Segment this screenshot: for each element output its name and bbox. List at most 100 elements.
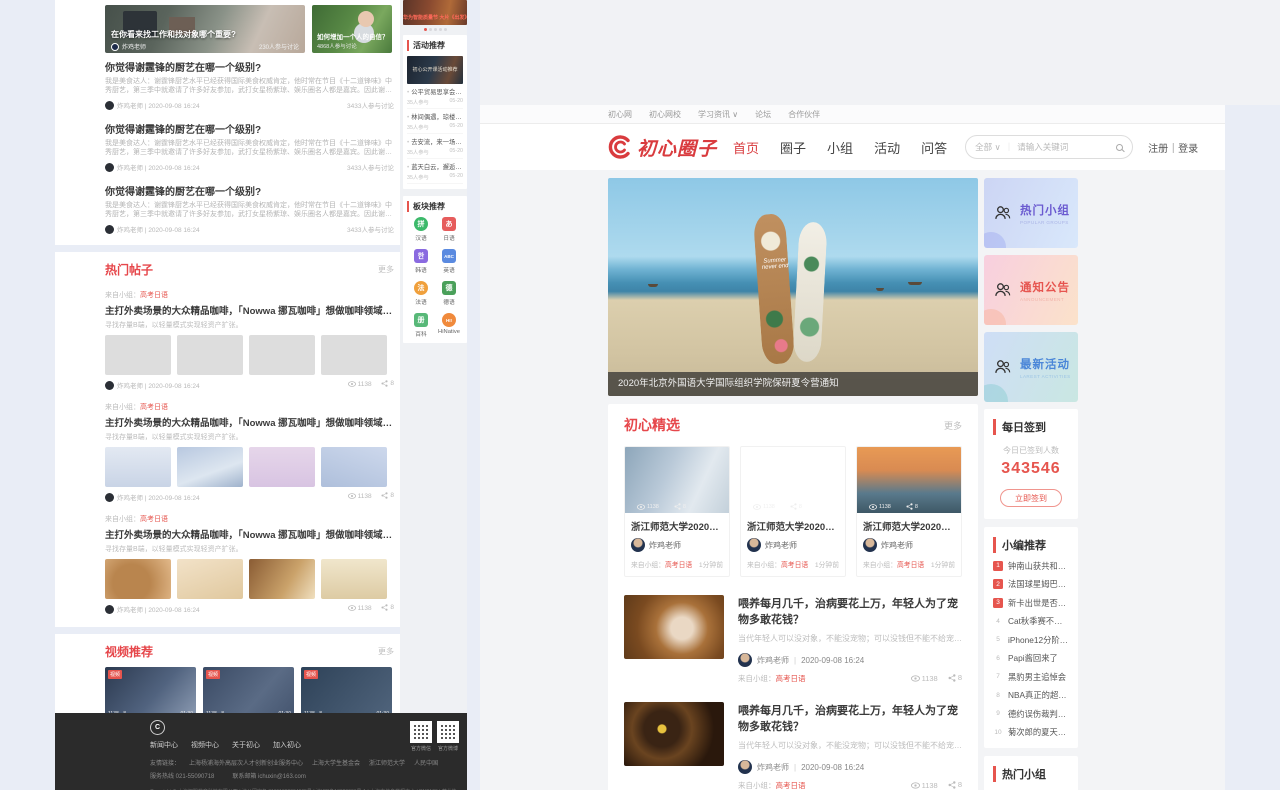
- editor-pick-item[interactable]: 3 新卡出世是否值得置…: [993, 597, 1069, 609]
- hot-post[interactable]: 来自小组：高考日语 主打外卖场景的大众精品咖啡，「Nowwa 挪瓦咖啡」想做咖啡…: [105, 285, 394, 397]
- search-input[interactable]: 请输入关键词: [1017, 141, 1068, 153]
- activity-item-title[interactable]: 公平贸易思享会｜以面递…: [407, 87, 463, 96]
- activity-item[interactable]: 林间偶遇，琼楼玉宇，高… 35人参与 05-20: [407, 109, 463, 134]
- editor-pick-item[interactable]: 8 NBA真正的超级巨星: [993, 689, 1069, 701]
- editor-pick-item[interactable]: 6 Papi酱回来了: [993, 652, 1069, 664]
- carousel-dot[interactable]: [428, 28, 432, 31]
- editor-pick-text[interactable]: Papi酱回来了: [1008, 652, 1058, 664]
- activity-banner-image[interactable]: 初心公开课活动推荐: [407, 56, 463, 84]
- nav-item[interactable]: 小组: [827, 138, 853, 157]
- carousel-dot[interactable]: [433, 28, 437, 31]
- qa-post-title[interactable]: 你觉得谢霆锋的厨艺在哪一个级别?: [105, 183, 394, 198]
- editor-pick-text[interactable]: 德约误伤裁判被美…: [1008, 708, 1069, 720]
- featured-list-row[interactable]: 喂养每月几千，治病要花上万，年轻人为了宠物多敢花钱？ 当代年轻人可以没对象，不能…: [624, 595, 962, 684]
- thumbnail-photo[interactable]: [249, 558, 315, 599]
- group-link[interactable]: 高考日语: [140, 404, 168, 411]
- carousel-dots[interactable]: [403, 25, 467, 35]
- footer-link[interactable]: 视频中心: [191, 740, 219, 750]
- featured-card-photo[interactable]: 1138 8: [741, 447, 845, 513]
- activity-item[interactable]: 蓝天白云，邂逅最美稻城 35人参与 05-20: [407, 159, 463, 184]
- featured-card-author[interactable]: 炸鸡老师: [881, 540, 913, 551]
- qa-post[interactable]: 你觉得谢霆锋的厨艺在哪一个级别? 我是美食达人：谢霆锋厨艺水平已经获得国际美食权…: [105, 115, 394, 177]
- qa-post[interactable]: 你觉得谢霆锋的厨艺在哪一个级别? 我是美食达人：谢霆锋厨艺水平已经获得国际美食权…: [105, 177, 394, 239]
- board-icon[interactable]: HI!: [442, 313, 456, 327]
- thumbnail-photo[interactable]: [321, 334, 387, 375]
- row-photo[interactable]: [624, 702, 724, 766]
- board-item[interactable]: 德 德语: [435, 281, 463, 306]
- featured-main-image[interactable]: 在你看来找工作和找对象哪个重要? 炸鸡老师 230人参与讨论: [105, 5, 305, 53]
- editor-pick-text[interactable]: 菊次郎的夏天内地定档: [1008, 726, 1069, 738]
- row-photo[interactable]: [624, 595, 724, 659]
- videos-more-link[interactable]: 更多: [378, 646, 394, 657]
- footer-link[interactable]: 关于初心: [232, 740, 260, 750]
- signin-button[interactable]: 立即签到: [1000, 489, 1062, 507]
- hot-post[interactable]: 来自小组：高考日语 主打外卖场景的大众精品咖啡，「Nowwa 挪瓦咖啡」想做咖啡…: [105, 397, 394, 509]
- thumbnail-photo[interactable]: [321, 446, 387, 487]
- board-icon[interactable]: あ: [442, 217, 456, 231]
- hot-post-title[interactable]: 主打外卖场景的大众精品咖啡，「Nowwa 挪瓦咖啡」想做咖啡领域的优衣库: [105, 415, 394, 429]
- group-link[interactable]: 高考日语: [776, 674, 806, 683]
- editor-pick-text[interactable]: NBA真正的超级巨星: [1008, 689, 1069, 701]
- activity-item-title[interactable]: 去安流，来一场「特色美…: [407, 137, 463, 146]
- thumbnail-photo[interactable]: [105, 558, 171, 599]
- board-item[interactable]: 拼 汉语: [407, 217, 435, 242]
- sidebar-shortcut-card[interactable]: 最新活动 LAREST ACTIVITIES: [984, 332, 1078, 402]
- featured-list-row[interactable]: 喂养每月几千，治病要花上万，年轻人为了宠物多敢花钱？ 当代年轻人可以没对象，不能…: [624, 702, 962, 790]
- editor-pick-text[interactable]: 钟南山获共和国勋章: [1008, 560, 1069, 572]
- editor-pick-text[interactable]: 新卡出世是否值得置…: [1008, 597, 1069, 609]
- row-title[interactable]: 喂养每月几千，治病要花上万，年轻人为了宠物多敢花钱？: [738, 595, 962, 627]
- editor-pick-item[interactable]: 4 Cat秋季赛不上场: [993, 615, 1069, 627]
- search-filter-dropdown[interactable]: 全部 ∨: [975, 141, 1001, 153]
- thumbnail-photo[interactable]: [105, 334, 171, 375]
- utility-nav-link[interactable]: 合作伙伴: [788, 109, 820, 120]
- board-item[interactable]: 法 法语: [407, 281, 435, 306]
- board-icon[interactable]: 册: [414, 313, 428, 327]
- thumbnail-photo[interactable]: [321, 558, 387, 599]
- footer-link[interactable]: 加入初心: [273, 740, 301, 750]
- editor-pick-item[interactable]: 10 菊次郎的夏天内地定档: [993, 726, 1069, 738]
- board-item[interactable]: 册 百科: [407, 313, 435, 338]
- editor-pick-item[interactable]: 7 黑豹男主追悼会: [993, 671, 1069, 683]
- site-logo[interactable]: 初心圈子: [608, 134, 717, 161]
- hero-banner[interactable]: Summer never end 2020年北京外国语大学国际组织学院保研夏令营…: [608, 178, 978, 396]
- editor-pick-text[interactable]: 法国球星姆巴佩新冠…: [1008, 578, 1069, 590]
- hot-post-title[interactable]: 主打外卖场景的大众精品咖啡，「Nowwa 挪瓦咖啡」想做咖啡领域的优衣库: [105, 527, 394, 541]
- hot-post-title[interactable]: 主打外卖场景的大众精品咖啡，「Nowwa 挪瓦咖啡」想做咖啡领域的优衣库: [105, 303, 394, 317]
- qa-post[interactable]: 你觉得谢霆锋的厨艺在哪一个级别? 我是美食达人：谢霆锋厨艺水平已经获得国际美食权…: [105, 53, 394, 115]
- editor-pick-text[interactable]: 黑豹男主追悼会: [1008, 671, 1066, 683]
- board-item[interactable]: あ 日语: [435, 217, 463, 242]
- board-icon[interactable]: 德: [442, 281, 456, 295]
- carousel-dot[interactable]: [443, 28, 447, 31]
- row-title[interactable]: 喂养每月几千，治病要花上万，年轻人为了宠物多敢花钱？: [738, 702, 962, 734]
- activity-item-title[interactable]: 林间偶遇，琼楼玉宇，高…: [407, 112, 463, 121]
- nav-item[interactable]: 首页: [733, 138, 759, 157]
- group-link[interactable]: 高考日语: [140, 292, 168, 299]
- sidebar-shortcut-card[interactable]: 热门小组 POPULAR GROUPS: [984, 178, 1078, 248]
- board-icon[interactable]: ABC: [442, 249, 456, 263]
- featured-card-title[interactable]: 浙江师范大学2020年硕士…: [863, 519, 955, 533]
- featured-card-title[interactable]: 浙江师范大学2020年硕士…: [747, 519, 839, 533]
- carousel-dot[interactable]: [438, 28, 442, 31]
- featured-card-photo[interactable]: 1138 8: [857, 447, 961, 513]
- board-icon[interactable]: 拼: [414, 217, 428, 231]
- featured-side-image[interactable]: 如何增加一个人的自信？ 4868人参与讨论: [312, 5, 392, 53]
- group-link[interactable]: 高考日语: [665, 562, 692, 569]
- board-item[interactable]: HI! HiNative: [435, 313, 463, 338]
- thumbnail-photo[interactable]: [177, 558, 243, 599]
- group-link[interactable]: 高考日语: [140, 516, 168, 523]
- featured-card-author[interactable]: 炸鸡老师: [765, 540, 797, 551]
- footer-link[interactable]: 新闻中心: [150, 740, 178, 750]
- nav-item[interactable]: 圈子: [780, 138, 806, 157]
- group-link[interactable]: 高考日语: [781, 562, 808, 569]
- nav-item[interactable]: 活动: [874, 138, 900, 157]
- utility-nav-link[interactable]: 初心网: [608, 109, 632, 120]
- search-bar[interactable]: 全部 ∨ ｜ 请输入关键词: [965, 135, 1134, 159]
- banner-caption[interactable]: 2020年北京外国语大学国际组织学院保研夏令营通知: [608, 372, 978, 396]
- featured-card-title[interactable]: 浙江师范大学2020年硕士…: [631, 519, 723, 533]
- activity-item[interactable]: 公平贸易思享会｜以面递… 35人参与 05-20: [407, 84, 463, 109]
- thumbnail-photo[interactable]: [177, 446, 243, 487]
- editor-pick-text[interactable]: Cat秋季赛不上场: [1008, 615, 1069, 627]
- friend-link[interactable]: 上海大学生基金会: [312, 758, 360, 767]
- hot-posts-more-link[interactable]: 更多: [378, 264, 394, 275]
- thumbnail-photo[interactable]: [105, 446, 171, 487]
